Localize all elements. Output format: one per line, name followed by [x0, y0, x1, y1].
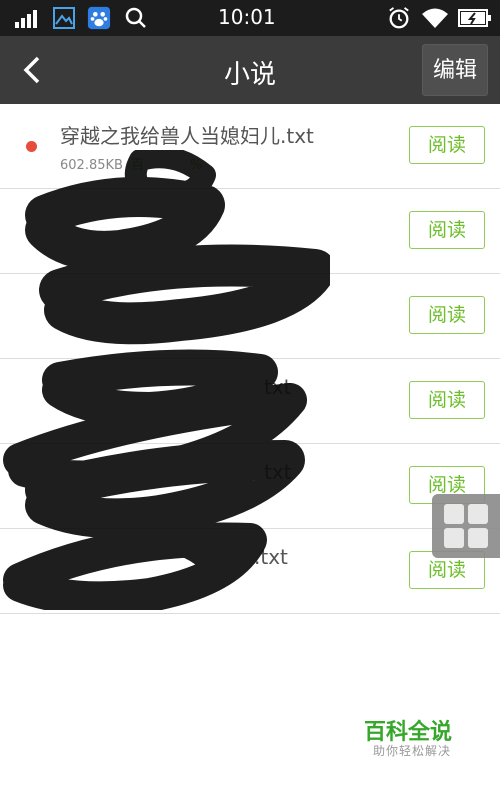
- read-button[interactable]: 阅读: [409, 296, 485, 334]
- floating-menu-button[interactable]: [432, 494, 500, 558]
- status-time: 10:01: [218, 5, 276, 29]
- signal-icon: [15, 10, 37, 28]
- list-item[interactable]: txt 阅读: [0, 359, 500, 444]
- file-name: .txt: [254, 545, 288, 569]
- list-item[interactable]: 阅读: [0, 189, 500, 274]
- status-bar: 10:01: [0, 0, 500, 36]
- gallery-icon: [53, 7, 75, 29]
- list-item[interactable]: 穿越之我给兽人当媳妇儿.txt 602.85KB 百% 阅读: [0, 104, 500, 189]
- file-name: txt: [264, 375, 292, 399]
- file-source: 百: [130, 158, 144, 173]
- search-icon: [125, 7, 146, 28]
- file-list: 穿越之我给兽人当媳妇儿.txt 602.85KB 百% 阅读 阅读 阅读 txt …: [0, 104, 500, 614]
- read-button[interactable]: 阅读: [409, 126, 485, 164]
- alarm-icon: [389, 7, 409, 29]
- header: 小说 编辑: [0, 36, 500, 104]
- list-item[interactable]: .txt 阅读: [0, 529, 500, 614]
- file-name: txt: [264, 460, 292, 484]
- grid-menu-icon: [444, 504, 464, 524]
- wifi-icon: [422, 8, 448, 28]
- list-item[interactable]: 阅读: [0, 274, 500, 359]
- baidu-icon: [87, 6, 111, 30]
- list-item[interactable]: txt 阅读: [0, 444, 500, 529]
- edit-button[interactable]: 编辑: [422, 44, 488, 96]
- file-size: 602.85KB: [60, 158, 123, 173]
- unread-dot-icon: [26, 141, 37, 152]
- file-progress: %: [189, 158, 203, 173]
- read-button[interactable]: 阅读: [409, 211, 485, 249]
- battery-charging-icon: [458, 9, 491, 27]
- file-name: 穿越之我给兽人当媳妇儿.txt: [60, 124, 314, 148]
- read-button[interactable]: 阅读: [409, 381, 485, 419]
- file-meta: 602.85KB 百%: [60, 154, 202, 173]
- watermark-subtitle: 助你轻松解决: [373, 744, 452, 758]
